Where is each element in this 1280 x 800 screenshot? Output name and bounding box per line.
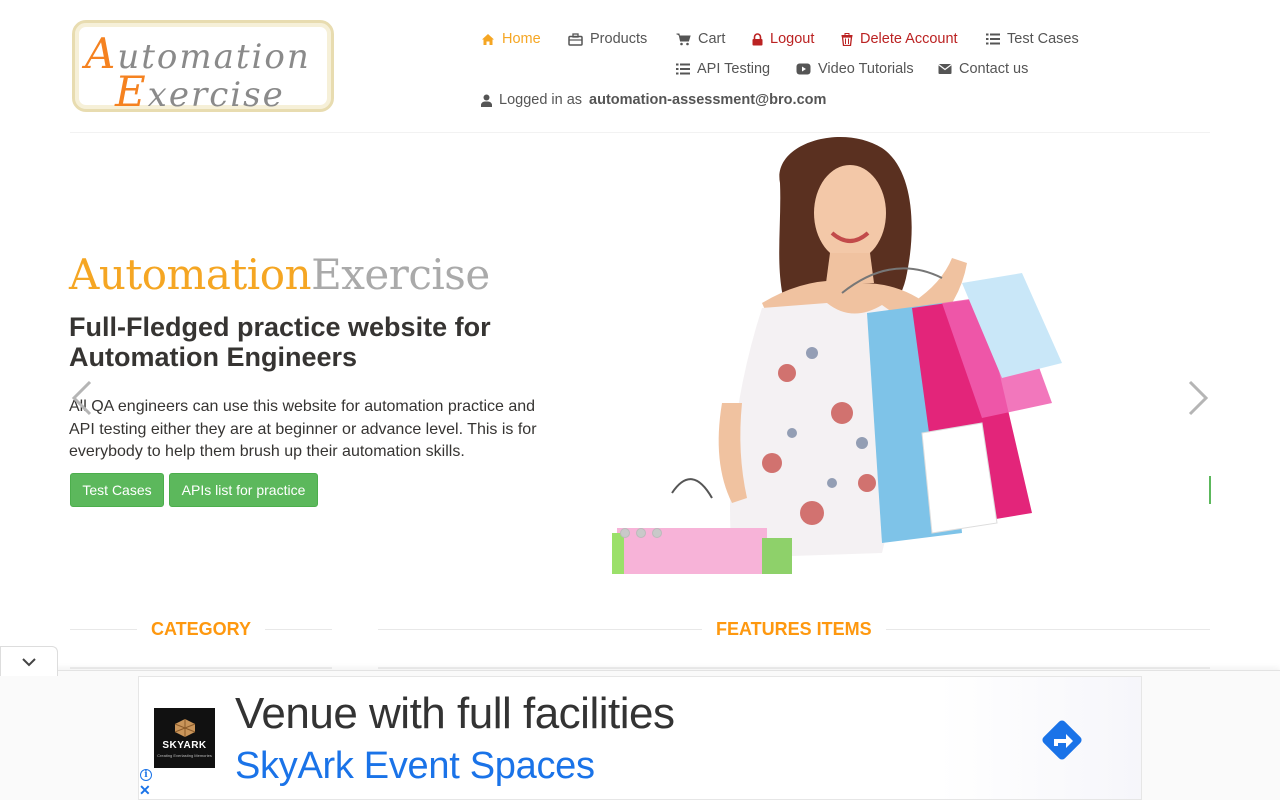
nav-video-tutorials-label: Video Tutorials — [818, 61, 914, 77]
category-heading: CATEGORY — [137, 619, 266, 640]
envelope-icon — [938, 64, 952, 74]
carousel-dot-2[interactable] — [636, 528, 646, 538]
nav-api-testing-label: API Testing — [697, 61, 771, 77]
features-items-heading: FEATURES ITEMS — [702, 619, 886, 640]
briefcase-icon — [568, 32, 583, 46]
skyark-logo: SKYARK Creating Everlasting Memories — [154, 708, 215, 768]
directions-arrow-icon[interactable] — [1037, 715, 1087, 765]
nav-home-label: Home — [502, 31, 541, 47]
nav-products[interactable]: Products — [568, 31, 647, 47]
apis-list-button[interactable]: APIs list for practice — [169, 473, 318, 507]
nav-delete-account[interactable]: Delete Account — [841, 31, 958, 47]
list-icon — [676, 63, 690, 75]
hero-brand-exercise: Exercise — [311, 250, 490, 299]
hero-description: All QA engineers can use this website fo… — [69, 398, 537, 460]
ad-close-icon[interactable]: ✕ — [139, 783, 151, 797]
nav-api-testing[interactable]: API Testing — [676, 61, 770, 77]
logged-in-status: Logged in as automation-assessment@bro.c… — [481, 92, 826, 108]
nav-delete-account-label: Delete Account — [860, 31, 958, 47]
carousel-prev-icon[interactable] — [70, 380, 94, 416]
logged-in-user: automation-assessment@bro.com — [589, 92, 827, 108]
nav-cart-label: Cart — [698, 31, 726, 47]
nav-test-cases[interactable]: Test Cases — [986, 31, 1079, 47]
logo-initial-e: E — [115, 67, 148, 116]
logged-in-prefix: Logged in as — [499, 92, 583, 108]
nav-products-label: Products — [590, 31, 648, 47]
logo-word-exercise: Exercise — [115, 67, 285, 116]
nav-home[interactable]: Home — [481, 31, 541, 47]
chevron-down-icon — [22, 657, 36, 666]
cart-icon — [676, 33, 691, 45]
test-cases-button[interactable]: Test Cases — [70, 473, 164, 507]
nav-test-cases-label: Test Cases — [1007, 31, 1079, 47]
lock-icon — [752, 32, 763, 45]
ad-info-icon[interactable]: i — [140, 769, 152, 781]
nav-video-tutorials[interactable]: Video Tutorials — [796, 61, 914, 77]
next-slide-edge — [1209, 476, 1211, 504]
list-icon — [986, 33, 1000, 45]
hero-brand: AutomationExercise — [69, 250, 490, 299]
hero-title: Full-Fledged practice website for Automa… — [69, 312, 491, 372]
hero-image — [612, 136, 1062, 574]
nav-contact-us[interactable]: Contact us — [938, 61, 1028, 77]
features-panel-top — [378, 667, 1210, 669]
carousel-dot-3[interactable] — [652, 528, 662, 538]
youtube-play-icon — [796, 63, 811, 75]
ad-banner[interactable]: SKYARK Creating Everlasting Memories Ven… — [138, 676, 1142, 800]
ad-collapse-button[interactable] — [0, 646, 58, 676]
carousel-next-icon[interactable] — [1186, 380, 1210, 416]
home-icon — [482, 33, 494, 45]
ad-headline: Venue with full facilities — [235, 689, 675, 738]
logo-initial-a: A — [85, 29, 118, 78]
nav-logout[interactable]: Logout — [752, 31, 814, 47]
carousel-indicators — [620, 528, 662, 538]
category-panel-top — [70, 667, 332, 669]
site-logo[interactable]: Automation Exercise — [72, 20, 334, 116]
ad-logo-name: SKYARK — [162, 740, 207, 751]
nav-logout-label: Logout — [770, 31, 815, 47]
page: Automation Exercise Home Products Cart L… — [0, 0, 1280, 800]
hero-brand-automation: Automation — [69, 250, 312, 299]
ad-subline: SkyArk Event Spaces — [235, 745, 595, 787]
nav-cart[interactable]: Cart — [676, 31, 725, 47]
user-icon — [481, 94, 492, 107]
trash-icon — [841, 32, 853, 46]
skyark-logo-mark — [174, 719, 195, 737]
logo-rest-2: xercise — [147, 75, 285, 115]
nav-contact-us-label: Contact us — [959, 61, 1029, 77]
ad-logo-tagline: Creating Everlasting Memories — [157, 753, 212, 758]
carousel-dot-1[interactable] — [620, 528, 630, 538]
